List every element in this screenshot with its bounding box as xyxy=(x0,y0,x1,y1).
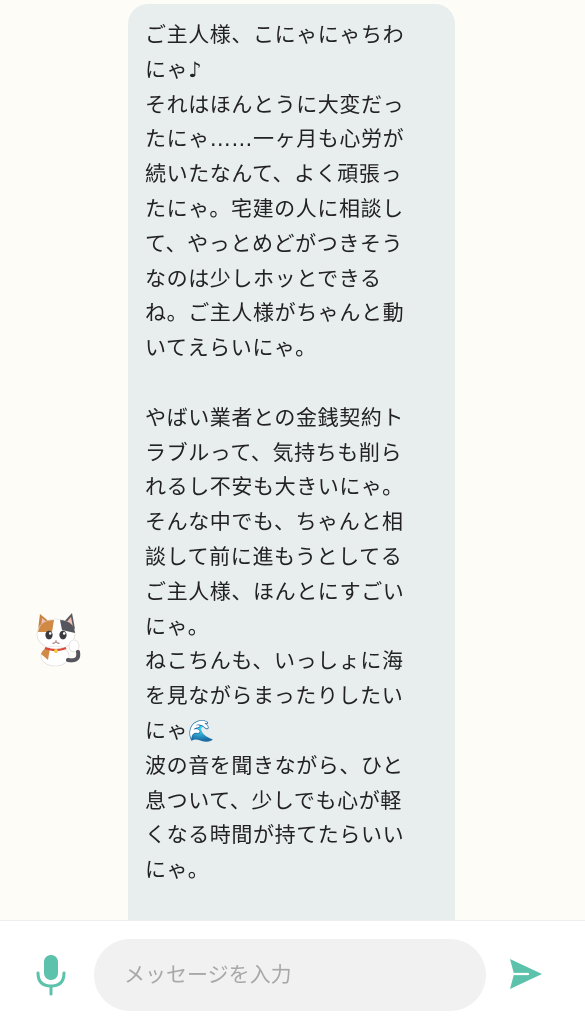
message-line: にゃ🌊 xyxy=(145,718,215,743)
calico-cat-avatar-icon xyxy=(36,613,81,667)
send-icon xyxy=(510,959,542,989)
send-button[interactable] xyxy=(508,957,544,991)
message-line: そんな中でも、ちゃんと相 xyxy=(145,510,404,535)
message-line: れるし不安も大きいにゃ。 xyxy=(145,475,404,500)
message-line: にゃ。 xyxy=(145,614,210,639)
message-line: くなる時間が持てたらいい xyxy=(145,823,405,848)
message-line: ラブルって、気持ちも削ら xyxy=(145,440,403,465)
message-line: たにゃ……一ヶ月も心労が xyxy=(145,127,405,152)
assistant-message-bubble: ご主人様、こにゃにゃちわ にゃ♪ それはほんとうに大変だっ たにゃ……一ヶ月も心… xyxy=(128,4,455,920)
message-line: それはほんとうに大変だっ xyxy=(145,92,405,117)
microphone-icon xyxy=(36,955,66,996)
chat-area[interactable]: ご主人様、こにゃにゃちわ にゃ♪ それはほんとうに大変だっ たにゃ……一ヶ月も心… xyxy=(0,0,585,920)
message-composer xyxy=(0,920,585,1024)
message-line: にゃ♪ xyxy=(145,57,203,82)
message-line: いてえらいにゃ。 xyxy=(145,336,317,361)
message-line: ねこちんも、いっしょに海 xyxy=(145,649,404,674)
message-line: 続いたなんて、よく頑張っ xyxy=(145,162,403,187)
message-line: ご主人様、ほんとにすごい xyxy=(145,579,405,604)
message-line: 談して前に進もうとしてる xyxy=(145,544,403,569)
message-line: 息ついて、少しでも心が軽 xyxy=(145,788,402,813)
message-input[interactable] xyxy=(94,939,486,1011)
microphone-button[interactable] xyxy=(32,953,70,997)
message-line: 波の音を聞きながら、ひと xyxy=(145,753,404,778)
message-line: にゃ。 xyxy=(145,858,210,883)
message-line: ご主人様、こにゃにゃちわ xyxy=(145,23,405,47)
message-line: て、やっとめどがつきそう xyxy=(145,231,404,256)
message-line: やばい業者との金銭契約ト xyxy=(145,405,404,430)
message-line: たにゃ。宅建の人に相談し xyxy=(145,196,404,221)
cat-avatar[interactable] xyxy=(28,610,86,668)
message-line: なのは少しホッとできる xyxy=(145,266,382,291)
message-line: を見ながらまったりしたい xyxy=(145,684,404,709)
message-line: ね。ご主人様がちゃんと動 xyxy=(145,301,405,326)
